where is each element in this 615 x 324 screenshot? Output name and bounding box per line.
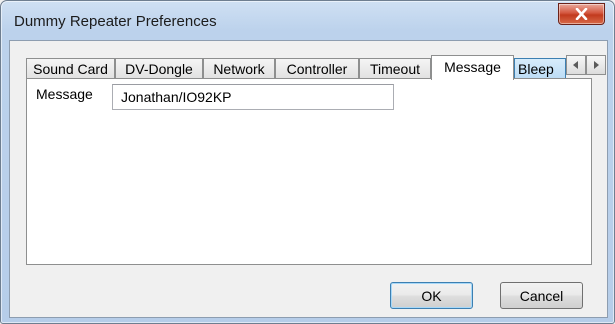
tab-scroll-buttons <box>566 55 606 75</box>
message-label: Message <box>36 86 93 102</box>
tab-network[interactable]: Network <box>203 58 275 79</box>
tab-label: Controller <box>286 61 348 77</box>
arrow-right-icon <box>594 61 599 69</box>
tab-label: Network <box>213 61 265 77</box>
message-input[interactable] <box>112 84 394 110</box>
arrow-left-icon <box>573 61 578 69</box>
tab-label: Timeout <box>369 61 421 77</box>
ok-button[interactable]: OK <box>390 282 473 309</box>
close-icon <box>575 8 588 20</box>
tab-scroll-right-button[interactable] <box>586 55 606 75</box>
tab-scroll-left-button[interactable] <box>566 55 586 75</box>
title-bar[interactable]: Dummy Repeater Preferences <box>1 1 614 41</box>
dialog-client-area: Sound Card DV-Dongle Network Controller … <box>9 40 608 318</box>
preferences-window: Dummy Repeater Preferences Sound Card DV… <box>0 0 615 324</box>
tab-timeout[interactable]: Timeout <box>359 58 431 79</box>
tab-message[interactable]: Message <box>431 55 514 80</box>
tab-label: Bleep <box>518 61 554 77</box>
tab-sound-card[interactable]: Sound Card <box>26 58 115 79</box>
tab-label: Message <box>444 59 501 75</box>
close-button[interactable] <box>558 3 605 25</box>
tab-controller[interactable]: Controller <box>275 58 359 79</box>
tab-label: Sound Card <box>33 61 108 77</box>
window-title: Dummy Repeater Preferences <box>14 13 217 30</box>
cancel-button[interactable]: Cancel <box>500 282 583 309</box>
message-tab-panel: Message <box>26 78 592 265</box>
tab-label: DV-Dongle <box>125 61 193 77</box>
tab-dv-dongle[interactable]: DV-Dongle <box>115 58 203 79</box>
tab-bleep[interactable]: Bleep <box>514 58 566 79</box>
